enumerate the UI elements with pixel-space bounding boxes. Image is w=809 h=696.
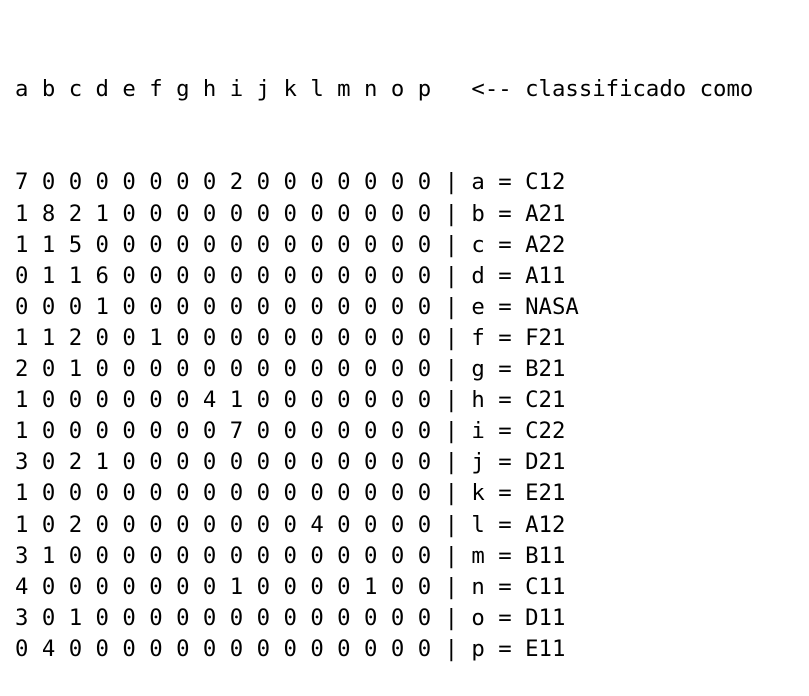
header-columns: a b c d e f g h i j k l m n o p [15,76,472,103]
row-values: 0 4 0 0 0 0 0 0 0 0 0 0 0 0 0 0 [15,635,432,662]
row-separator: | [431,449,472,476]
row-label: d = A11 [471,262,566,289]
matrix-row: 0 1 1 6 0 0 0 0 0 0 0 0 0 0 0 0 | d = A1… [15,261,753,292]
matrix-row: 0 4 0 0 0 0 0 0 0 0 0 0 0 0 0 0 | p = E1… [15,634,753,665]
row-values: 1 0 0 0 0 0 0 4 1 0 0 0 0 0 0 0 [15,387,432,414]
matrix-row: 1 1 2 0 0 1 0 0 0 0 0 0 0 0 0 0 | f = F2… [15,323,753,354]
header-row: a b c d e f g h i j k l m n o p <-- clas… [15,74,753,105]
row-label: i = C22 [471,418,566,445]
row-separator: | [431,200,472,227]
matrix-rows: 7 0 0 0 0 0 0 0 2 0 0 0 0 0 0 0 | a = C1… [15,167,753,665]
header-caption: <-- classificado como [471,76,754,103]
matrix-row: 1 1 5 0 0 0 0 0 0 0 0 0 0 0 0 0 | c = A2… [15,230,753,261]
row-values: 3 0 1 0 0 0 0 0 0 0 0 0 0 0 0 0 [15,604,432,631]
matrix-row: 1 0 2 0 0 0 0 0 0 0 0 4 0 0 0 0 | l = A1… [15,510,753,541]
row-values: 1 1 2 0 0 1 0 0 0 0 0 0 0 0 0 0 [15,324,432,351]
matrix-row: 7 0 0 0 0 0 0 0 2 0 0 0 0 0 0 0 | a = C1… [15,167,753,198]
row-label: h = C21 [471,387,566,414]
row-separator: | [431,573,472,600]
matrix-row: 1 0 0 0 0 0 0 0 7 0 0 0 0 0 0 0 | i = C2… [15,416,753,447]
matrix-row: 3 1 0 0 0 0 0 0 0 0 0 0 0 0 0 0 | m = B1… [15,541,753,572]
row-values: 2 0 1 0 0 0 0 0 0 0 0 0 0 0 0 0 [15,356,432,383]
row-values: 0 0 0 1 0 0 0 0 0 0 0 0 0 0 0 0 [15,293,432,320]
row-label: l = A12 [471,511,566,538]
row-label: n = C11 [471,573,566,600]
row-label: a = C12 [471,169,566,196]
row-values: 1 0 0 0 0 0 0 0 7 0 0 0 0 0 0 0 [15,418,432,445]
row-separator: | [431,231,472,258]
matrix-row: 4 0 0 0 0 0 0 0 1 0 0 0 0 1 0 0 | n = C1… [15,572,753,603]
row-separator: | [431,324,472,351]
row-values: 1 8 2 1 0 0 0 0 0 0 0 0 0 0 0 0 [15,200,432,227]
row-separator: | [431,604,472,631]
row-label: g = B21 [471,356,566,383]
row-separator: | [431,480,472,507]
row-separator: | [431,542,472,569]
row-label: c = A22 [471,231,566,258]
matrix-row: 1 0 0 0 0 0 0 0 0 0 0 0 0 0 0 0 | k = E2… [15,478,753,509]
matrix-row: 1 0 0 0 0 0 0 4 1 0 0 0 0 0 0 0 | h = C2… [15,385,753,416]
row-label: f = F21 [471,324,566,351]
row-values: 4 0 0 0 0 0 0 0 1 0 0 0 0 1 0 0 [15,573,432,600]
row-label: k = E21 [471,480,566,507]
matrix-row: 3 0 1 0 0 0 0 0 0 0 0 0 0 0 0 0 | o = D1… [15,603,753,634]
row-separator: | [431,169,472,196]
row-values: 1 1 5 0 0 0 0 0 0 0 0 0 0 0 0 0 [15,231,432,258]
row-values: 3 0 2 1 0 0 0 0 0 0 0 0 0 0 0 0 [15,449,432,476]
row-separator: | [431,293,472,320]
row-label: e = NASA [471,293,579,320]
row-values: 1 0 0 0 0 0 0 0 0 0 0 0 0 0 0 0 [15,480,432,507]
row-separator: | [431,262,472,289]
row-separator: | [431,635,472,662]
matrix-row: 0 0 0 1 0 0 0 0 0 0 0 0 0 0 0 0 | e = NA… [15,292,753,323]
row-separator: | [431,418,472,445]
row-values: 7 0 0 0 0 0 0 0 2 0 0 0 0 0 0 0 [15,169,432,196]
row-label: o = D11 [471,604,566,631]
row-values: 3 1 0 0 0 0 0 0 0 0 0 0 0 0 0 0 [15,542,432,569]
row-separator: | [431,356,472,383]
row-values: 1 0 2 0 0 0 0 0 0 0 0 4 0 0 0 0 [15,511,432,538]
row-values: 0 1 1 6 0 0 0 0 0 0 0 0 0 0 0 0 [15,262,432,289]
row-separator: | [431,387,472,414]
matrix-row: 1 8 2 1 0 0 0 0 0 0 0 0 0 0 0 0 | b = A2… [15,199,753,230]
row-label: b = A21 [471,200,566,227]
row-separator: | [431,511,472,538]
confusion-matrix: a b c d e f g h i j k l m n o p <-- clas… [15,12,753,696]
matrix-row: 2 0 1 0 0 0 0 0 0 0 0 0 0 0 0 0 | g = B2… [15,354,753,385]
matrix-row: 3 0 2 1 0 0 0 0 0 0 0 0 0 0 0 0 | j = D2… [15,447,753,478]
row-label: p = E11 [471,635,566,662]
row-label: j = D21 [471,449,566,476]
row-label: m = B11 [471,542,566,569]
